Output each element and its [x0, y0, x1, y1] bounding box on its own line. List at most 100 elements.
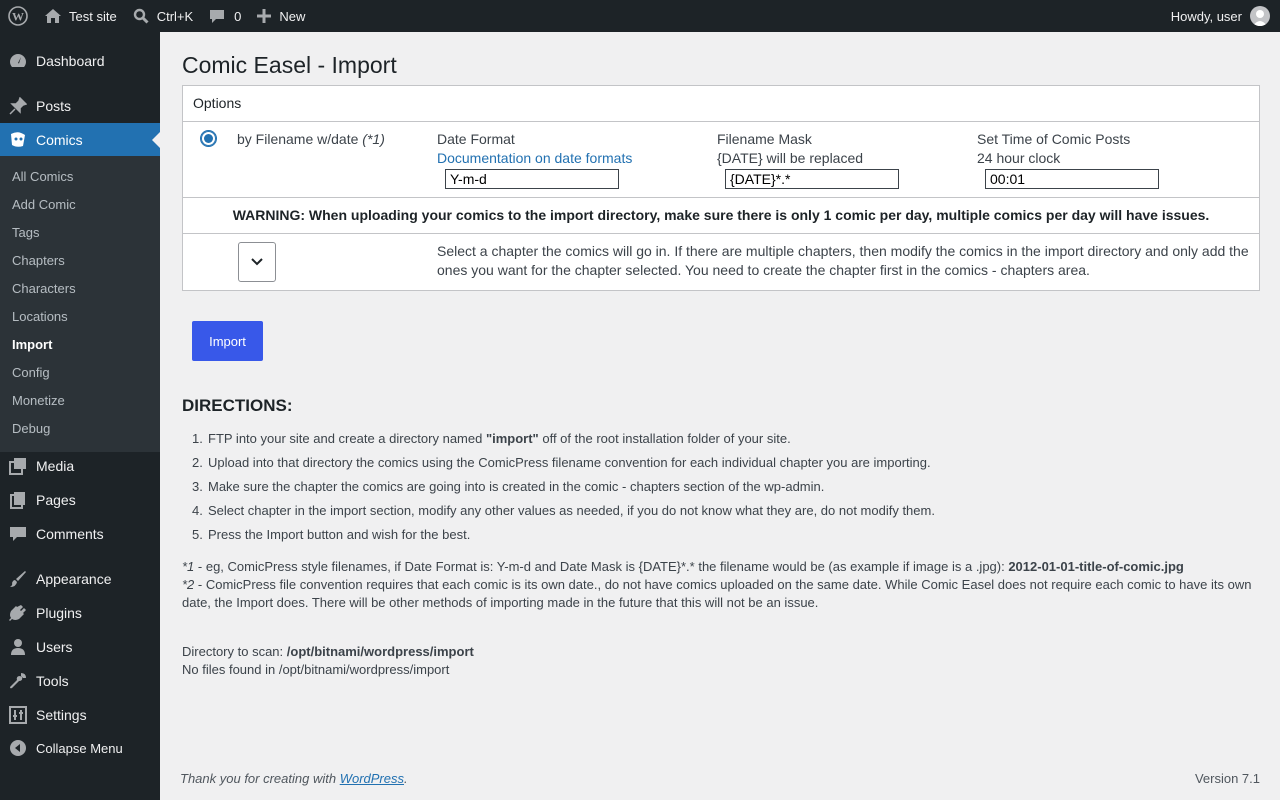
post-time-input[interactable]: 00:01 — [985, 169, 1159, 189]
step1-text-c: off of the root installation folder of y… — [538, 431, 791, 446]
media-icon — [0, 457, 36, 475]
step2-text: Upload into that directory the comics us… — [208, 455, 931, 470]
chapter-select[interactable] — [238, 242, 276, 282]
menu-settings-label: Settings — [36, 707, 87, 723]
paintbrush-icon — [0, 570, 36, 588]
main-content: Comic Easel - Import Options by Filename… — [160, 32, 1280, 800]
menu-comics[interactable]: Comics — [0, 123, 160, 157]
options-table: Options by Filename w/date (*1) Date For… — [182, 85, 1260, 291]
wordpress-link[interactable]: WordPress — [340, 771, 404, 786]
submenu-monetize[interactable]: Monetize — [12, 393, 65, 408]
collapse-menu-button[interactable]: Collapse Menu — [0, 731, 160, 765]
footnote-1-tag: *1 — [182, 559, 195, 574]
footnote-1-example: 2012-01-01-title-of-comic.jpg — [1008, 559, 1184, 574]
menu-media-label: Media — [36, 458, 75, 474]
menu-pages[interactable]: Pages — [0, 483, 160, 517]
pages-icon — [0, 491, 36, 509]
comics-submenu: All Comics Add Comic Tags Chapters Chara… — [0, 156, 160, 452]
submenu-all-comics[interactable]: All Comics — [12, 169, 73, 184]
admin-bar: W Test site Ctrl+K 0 New Howdy, user — [0, 0, 1280, 32]
page-title: Comic Easel - Import — [182, 52, 397, 78]
admin-sidebar: Dashboard Posts Comics All Comics Add Co… — [0, 32, 160, 800]
comment-icon — [0, 525, 36, 543]
by-filename-radio[interactable] — [200, 130, 217, 147]
post-time-hint: 24 hour clock — [977, 150, 1061, 166]
site-name-label: Test site — [69, 8, 117, 24]
menu-appearance-label: Appearance — [36, 571, 112, 587]
my-account-link[interactable]: Howdy, user — [1163, 0, 1280, 32]
by-filename-note: (*1) — [362, 131, 385, 147]
date-format-label: Date Format — [437, 131, 515, 147]
scan-path: /opt/bitnami/wordpress/import — [286, 644, 474, 659]
users-icon — [0, 638, 36, 656]
submenu-debug[interactable]: Debug — [12, 421, 50, 436]
submenu-import[interactable]: Import — [12, 337, 52, 352]
by-filename-label: by Filename w/date (*1) — [237, 131, 385, 147]
chevron-down-icon — [251, 258, 263, 266]
menu-tools[interactable]: Tools — [0, 664, 160, 698]
list-item: 1. FTP into your site and create a direct… — [192, 431, 791, 446]
search-shortcut-button[interactable]: Ctrl+K — [125, 0, 201, 32]
by-filename-text: by Filename w/date — [237, 131, 363, 147]
list-item: 2. Upload into that directory the comics … — [192, 455, 931, 470]
submenu-chapters[interactable]: Chapters — [12, 253, 65, 268]
menu-plugins-label: Plugins — [36, 605, 82, 621]
wordpress-logo-icon[interactable]: W — [0, 0, 36, 32]
search-icon — [133, 8, 149, 24]
list-item: 4. Select chapter in the import section, … — [192, 503, 935, 518]
footnote-2-text: - ComicPress file convention requires th… — [182, 577, 1252, 610]
svg-text:W: W — [12, 10, 24, 24]
list-item: 3. Make sure the chapter the comics are g… — [192, 479, 825, 494]
submenu-characters[interactable]: Characters — [12, 281, 76, 296]
menu-tools-label: Tools — [36, 673, 69, 689]
menu-appearance[interactable]: Appearance — [0, 562, 160, 596]
chapter-row: Select a chapter the comics will go in. … — [183, 234, 1259, 290]
menu-comments[interactable]: Comments — [0, 517, 160, 551]
post-time-label: Set Time of Comic Posts — [977, 131, 1131, 147]
new-content-link[interactable]: New — [249, 0, 313, 32]
submenu-tags[interactable]: Tags — [12, 225, 39, 240]
menu-media[interactable]: Media — [0, 449, 160, 483]
comics-icon — [0, 131, 36, 149]
submenu-config[interactable]: Config — [12, 365, 50, 380]
scan-directory: Directory to scan: /opt/bitnami/wordpres… — [182, 643, 474, 661]
comments-count: 0 — [234, 8, 242, 24]
warning-text: WARNING: When uploading your comics to t… — [183, 198, 1259, 234]
footer-thanks-prefix: Thank you for creating with — [180, 771, 340, 786]
collapse-icon — [0, 739, 36, 757]
menu-posts[interactable]: Posts — [0, 89, 160, 123]
footnote-1-text: - eg, ComicPress style filenames, if Dat… — [194, 559, 1009, 574]
import-button[interactable]: Import — [192, 321, 263, 361]
step5-text: Press the Import button and wish for the… — [208, 527, 471, 542]
menu-settings[interactable]: Settings — [0, 698, 160, 732]
options-header: Options — [183, 86, 1259, 122]
menu-users[interactable]: Users — [0, 630, 160, 664]
footnotes: *1 - eg, ComicPress style filenames, if … — [182, 558, 1260, 612]
howdy-label: Howdy, user — [1170, 8, 1242, 24]
directions-title: DIRECTIONS: — [182, 396, 293, 415]
menu-dashboard-label: Dashboard — [36, 53, 105, 69]
scan-info: Directory to scan: /opt/bitnami/wordpres… — [182, 643, 474, 679]
settings-icon — [0, 706, 36, 724]
collapse-menu-label: Collapse Menu — [36, 740, 123, 756]
menu-dashboard[interactable]: Dashboard — [0, 44, 160, 78]
step3-text: Make sure the chapter the comics are goi… — [208, 479, 825, 494]
filename-mask-input[interactable]: {DATE}*.* — [725, 169, 899, 189]
site-name-link[interactable]: Test site — [36, 0, 125, 32]
new-label: New — [279, 8, 306, 24]
home-icon — [45, 9, 61, 23]
plus-icon — [257, 9, 272, 23]
menu-comments-label: Comments — [36, 526, 104, 542]
wrench-icon — [0, 672, 36, 690]
menu-pages-label: Pages — [36, 492, 76, 508]
submenu-locations[interactable]: Locations — [12, 309, 68, 324]
avatar — [1250, 6, 1270, 26]
menu-plugins[interactable]: Plugins — [0, 596, 160, 630]
comments-link[interactable]: 0 — [201, 0, 249, 32]
import-options-row: by Filename w/date (*1) Date Format Docu… — [183, 122, 1259, 198]
date-format-input[interactable]: Y-m-d — [445, 169, 619, 189]
chapter-description: Select a chapter the comics will go in. … — [437, 243, 1249, 278]
date-format-doc-link[interactable]: Documentation on date formats — [437, 150, 632, 166]
pin-icon — [0, 97, 36, 115]
submenu-add-comic[interactable]: Add Comic — [12, 197, 76, 212]
